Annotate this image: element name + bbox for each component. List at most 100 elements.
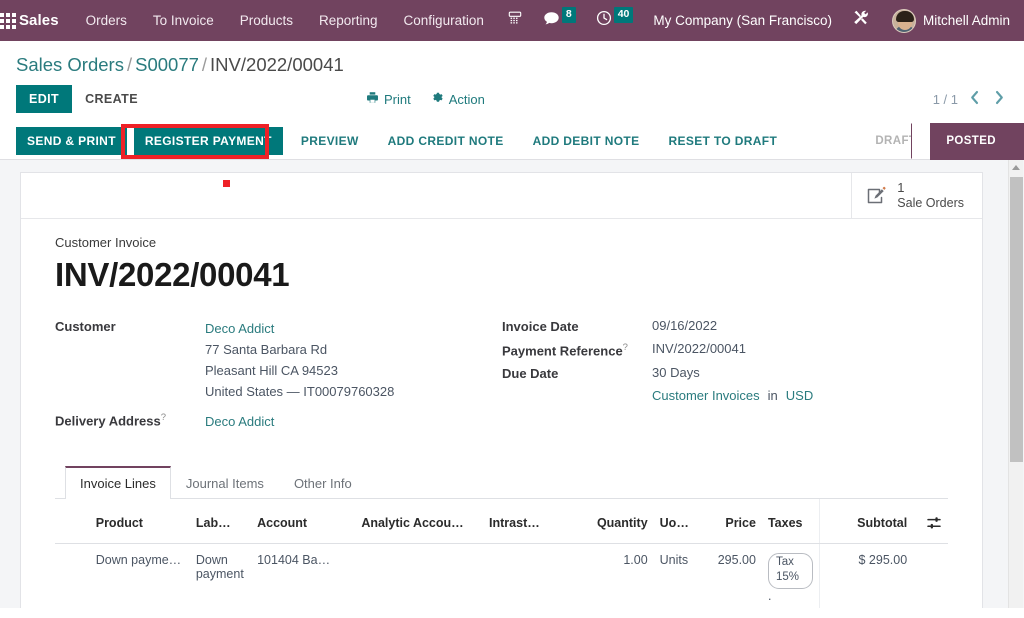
cell-analytic-account[interactable] (355, 543, 484, 608)
control-panel: EDIT CREATE Print Action 1 / 1 (0, 76, 1024, 123)
row-drag-handle[interactable] (55, 543, 90, 608)
breadcrumb: Sales Orders / S00077/INV/2022/00041 (16, 54, 1008, 76)
breadcrumb-item-s00077[interactable]: S00077 (135, 54, 199, 75)
preview-button[interactable]: PREVIEW (290, 127, 370, 155)
table-header-row: Product Lab… Account Analytic Accou… Int… (55, 499, 948, 544)
menu-item-reporting[interactable]: Reporting (306, 0, 391, 41)
field-delivery-address: Delivery Address? Deco Addict (55, 411, 502, 432)
create-button[interactable]: CREATE (72, 85, 151, 113)
column-product[interactable]: Product (89, 499, 190, 544)
column-price[interactable]: Price (698, 499, 762, 544)
send-and-print-button[interactable]: SEND & PRINT (16, 127, 127, 155)
customer-street: 77 Santa Barbara Rd (205, 342, 328, 358)
column-quantity[interactable]: Quantity (580, 499, 654, 544)
cell-uom[interactable]: Units (653, 543, 699, 608)
invoice-lines-body: Down payme… Down payment 101404 Ba… 1.00… (55, 543, 948, 608)
field-value-due-date[interactable]: 30 Days (652, 365, 700, 381)
customer-name-link[interactable]: Deco Addict (205, 318, 394, 339)
pager-count: 1 / 1 (932, 91, 958, 107)
edit-button[interactable]: EDIT (16, 85, 73, 113)
column-subtotal[interactable]: Subtotal (818, 499, 914, 544)
breadcrumb-item-sales-orders[interactable]: Sales Orders (16, 54, 124, 75)
notebook: Invoice Lines Journal Items Other Info P… (55, 465, 948, 608)
field-value-invoice-date[interactable]: 09/16/2022 (652, 318, 717, 334)
tab-other-info[interactable]: Other Info (279, 466, 367, 499)
column-label[interactable]: Lab… (189, 499, 252, 544)
scroll-up-arrow-icon[interactable] (1012, 165, 1020, 170)
cell-row-actions (913, 543, 948, 608)
developer-tools-menu[interactable] (842, 0, 880, 41)
field-label-invoice-date: Invoice Date (502, 319, 579, 334)
cell-account[interactable]: 101404 Ba… (251, 543, 356, 608)
reset-to-draft-button[interactable]: RESET TO DRAFT (657, 127, 788, 155)
record-sheet: 1 Sale Orders Customer Invoice INV/2022/… (20, 172, 983, 608)
vertical-scroll-thumb[interactable] (1010, 177, 1023, 462)
field-label-customer: Customer (55, 319, 116, 334)
cell-label[interactable]: Down payment (189, 543, 252, 608)
status-bar: SEND & PRINT REGISTER PAYMENT PREVIEW AD… (0, 122, 1024, 160)
chevron-left-icon (971, 90, 979, 104)
user-menu[interactable]: Mitchell Admin (880, 8, 1016, 33)
help-tooltip-icon[interactable]: ? (161, 412, 166, 423)
activities-menu[interactable]: 40 (586, 0, 644, 41)
apps-menu-toggle[interactable] (0, 0, 17, 41)
sale-orders-smart-button[interactable]: 1 Sale Orders (851, 173, 982, 218)
help-tooltip-icon[interactable]: ? (623, 342, 628, 353)
column-uom[interactable]: Uo… (653, 499, 699, 544)
printer-icon (366, 91, 379, 107)
record-subtitle: Customer Invoice (55, 235, 157, 250)
messages-menu[interactable]: 8 (533, 0, 586, 41)
currency-value[interactable]: USD (786, 388, 813, 403)
add-credit-note-button[interactable]: ADD CREDIT NOTE (377, 127, 515, 155)
grid-apps-icon (0, 12, 17, 29)
customer-city-state-zip: Pleasant Hill CA 94523 (205, 363, 338, 379)
app-brand-sales[interactable]: Sales (17, 12, 73, 29)
menu-item-products[interactable]: Products (227, 0, 306, 41)
column-account[interactable]: Account (251, 499, 356, 544)
journal-currency-row: Customer Invoices in USD (652, 388, 813, 403)
journal-currency-separator: in (767, 388, 778, 404)
company-switcher[interactable]: My Company (San Francisco) (643, 0, 842, 41)
tab-journal-items[interactable]: Journal Items (171, 466, 279, 499)
journal-value[interactable]: Customer Invoices (652, 388, 760, 403)
table-row[interactable]: Down payme… Down payment 101404 Ba… 1.00… (55, 543, 948, 608)
control-panel-actions: Print Action (366, 91, 485, 107)
menu-item-to-invoice[interactable]: To Invoice (140, 0, 227, 41)
status-steps: DRAFT POSTED (859, 122, 1024, 160)
column-intrastat[interactable]: Intrast… (483, 499, 581, 544)
field-payment-reference: Payment Reference? INV/2022/00041 (502, 341, 942, 358)
menu-item-configuration[interactable]: Configuration (391, 0, 497, 41)
chat-bubble-icon (543, 11, 560, 31)
cell-taxes[interactable]: Tax 15%. (761, 543, 820, 608)
field-journal-currency: Customer Invoices in USD (502, 388, 942, 403)
tab-invoice-lines[interactable]: Invoice Lines (65, 466, 171, 500)
print-menu[interactable]: Print (366, 91, 411, 107)
cell-quantity[interactable]: 1.00 (580, 543, 654, 608)
cell-product[interactable]: Down payme… (89, 543, 190, 608)
field-value-payment-reference[interactable]: INV/2022/00041 (652, 341, 746, 358)
menu-item-orders[interactable]: Orders (73, 0, 140, 41)
page-title: INV/2022/00041 (55, 256, 290, 293)
cell-price[interactable]: 295.00 (698, 543, 762, 608)
sheet-body: Customer Invoice INV/2022/00041 Customer… (21, 219, 982, 608)
activities-count-badge: 40 (613, 7, 634, 23)
sale-orders-count: 1 (897, 179, 905, 195)
field-customer: Customer Deco Addict 77 Santa Barbara Rd… (55, 318, 502, 402)
voip-phone-button[interactable] (497, 0, 533, 41)
chevron-right-icon (995, 90, 1003, 104)
register-payment-button[interactable]: REGISTER PAYMENT (133, 127, 283, 155)
field-label-journal-spacer (502, 388, 652, 403)
cell-intrastat[interactable] (483, 543, 581, 608)
pager-next-button[interactable] (991, 90, 1008, 109)
column-analytic-account[interactable]: Analytic Accou… (355, 499, 484, 544)
action-menu[interactable]: Action (431, 91, 485, 107)
delivery-address-link[interactable]: Deco Addict (205, 411, 274, 432)
status-step-posted[interactable]: POSTED (911, 122, 1024, 160)
sale-orders-label: Sale Orders (897, 195, 964, 210)
pager-previous-button[interactable] (966, 90, 983, 109)
column-taxes[interactable]: Taxes (761, 499, 820, 544)
add-debit-note-button[interactable]: ADD DEBIT NOTE (522, 127, 651, 155)
optional-columns-toggle[interactable] (913, 499, 948, 544)
tax-suffix: . (767, 588, 772, 603)
vertical-scrollbar[interactable] (1008, 160, 1023, 608)
